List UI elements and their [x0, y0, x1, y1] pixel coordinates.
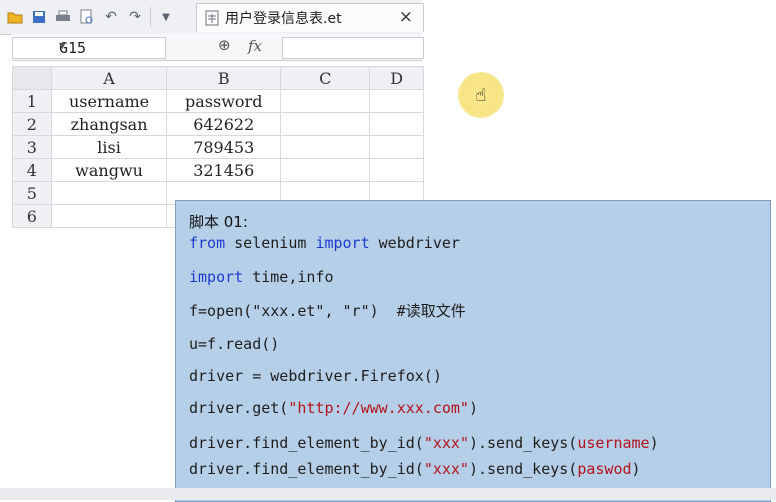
code-string: paswod: [577, 460, 632, 478]
cell[interactable]: [369, 89, 424, 113]
redo-icon[interactable]: ↷: [126, 8, 144, 26]
toolbar-divider: [150, 7, 151, 27]
cell[interactable]: [50, 204, 168, 228]
cell[interactable]: lisi: [50, 135, 168, 159]
hand-cursor-icon: ☝: [475, 84, 487, 106]
code-string: username: [577, 434, 650, 452]
document-tab-title: 用户登录信息表.et: [225, 11, 342, 27]
row-header[interactable]: 6: [12, 204, 52, 228]
cell[interactable]: [280, 112, 371, 136]
column-header-c[interactable]: C: [280, 66, 371, 90]
code-text: driver.find_element_by_id(: [189, 434, 424, 452]
column-header-d[interactable]: D: [369, 66, 424, 90]
print-preview-icon[interactable]: [78, 8, 96, 26]
cell[interactable]: [280, 158, 371, 182]
cell[interactable]: 789453: [166, 135, 282, 159]
table-row: 2 zhangsan 642622: [12, 112, 424, 136]
code-panel: 脚本 01: from selenium import webdriver im…: [175, 200, 771, 502]
code-keyword: import: [315, 234, 370, 252]
row-header[interactable]: 1: [12, 89, 52, 113]
code-string: "xxx": [423, 434, 469, 452]
code-line: driver.find_element_by_id("xxx").send_ke…: [189, 460, 641, 478]
cell[interactable]: [50, 181, 168, 205]
document-tab[interactable]: 用户登录信息表.et ×: [196, 3, 424, 32]
bottom-strip: [0, 488, 776, 500]
code-text: ): [468, 399, 478, 417]
table-row: 4 wangwu 321456: [12, 158, 424, 182]
cursor-highlight: ☝: [458, 72, 504, 118]
code-line: from selenium import webdriver: [189, 234, 460, 252]
name-box[interactable]: G15 ▼: [12, 37, 166, 59]
print-icon[interactable]: [54, 8, 72, 26]
code-keyword: from: [189, 234, 226, 252]
cell[interactable]: [369, 112, 424, 136]
code-line: import time,info: [189, 268, 334, 286]
code-line: u=f.read(): [189, 335, 280, 353]
code-text: selenium: [225, 234, 316, 252]
cell[interactable]: zhangsan: [50, 112, 168, 136]
close-icon[interactable]: ×: [399, 7, 413, 27]
code-text: ).send_keys(: [468, 434, 578, 452]
cell[interactable]: [280, 135, 371, 159]
function-icon[interactable]: fx: [248, 37, 262, 55]
code-string: "http://www.xxx.com": [288, 399, 469, 417]
row-header[interactable]: 3: [12, 135, 52, 159]
code-text: driver.find_element_by_id(: [189, 460, 424, 478]
code-text: driver.get(: [189, 399, 289, 417]
code-line: driver.find_element_by_id("xxx").send_ke…: [189, 434, 659, 452]
code-text: ): [649, 434, 659, 452]
cell[interactable]: 642622: [166, 112, 282, 136]
cell[interactable]: username: [50, 89, 168, 113]
column-header-b[interactable]: B: [166, 66, 282, 90]
cell[interactable]: [369, 135, 424, 159]
code-line: driver.get("http://www.xxx.com"): [189, 399, 478, 417]
code-text: ).send_keys(: [468, 460, 578, 478]
row-header[interactable]: 2: [12, 112, 52, 136]
cell[interactable]: password: [166, 89, 282, 113]
formula-bar: G15 ▼ ⊕ fx: [12, 34, 424, 61]
open-folder-icon[interactable]: [6, 8, 24, 26]
code-text: webdriver: [369, 234, 460, 252]
zoom-icon[interactable]: ⊕: [218, 36, 231, 54]
table-row: 3 lisi 789453: [12, 135, 424, 159]
spreadsheet-file-icon: [205, 10, 219, 26]
row-header[interactable]: 5: [12, 181, 52, 205]
code-line: driver = webdriver.Firefox(): [189, 367, 442, 385]
script-title: 脚本 01:: [189, 213, 248, 231]
code-keyword: import: [189, 268, 244, 286]
code-string: "xxx": [423, 460, 469, 478]
select-all-corner[interactable]: [12, 66, 52, 90]
save-icon[interactable]: [30, 8, 48, 26]
cell[interactable]: [280, 89, 371, 113]
code-line: f=open("xxx.et", "r") #读取文件: [189, 302, 466, 320]
code-text: ): [631, 460, 641, 478]
cell[interactable]: wangwu: [50, 158, 168, 182]
chevron-down-icon[interactable]: ▼: [59, 39, 159, 52]
formula-input[interactable]: [282, 37, 424, 59]
chevron-down-icon[interactable]: ▼: [157, 8, 175, 26]
column-header-a[interactable]: A: [50, 66, 168, 90]
code-text: time,info: [243, 268, 334, 286]
table-row: 1 username password: [12, 89, 424, 113]
row-header[interactable]: 4: [12, 158, 52, 182]
cell[interactable]: 321456: [166, 158, 282, 182]
cell[interactable]: [369, 158, 424, 182]
undo-icon[interactable]: ↶: [102, 8, 120, 26]
